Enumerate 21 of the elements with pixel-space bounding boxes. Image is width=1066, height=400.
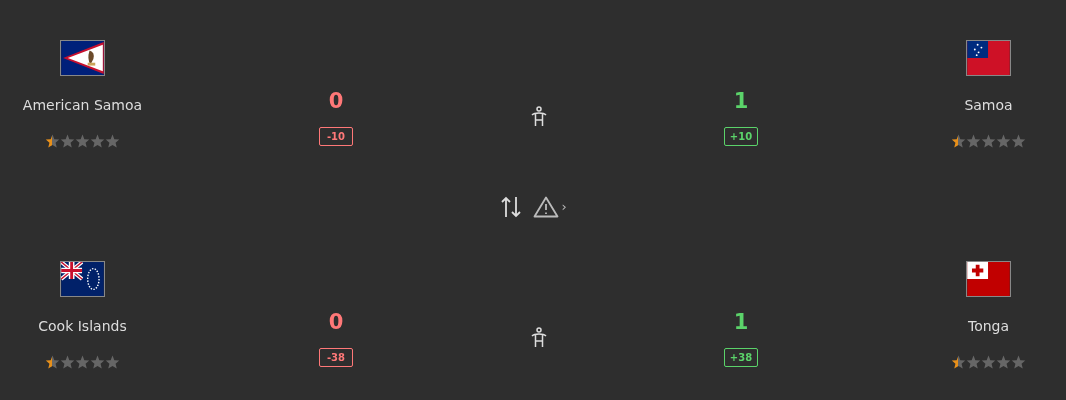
person-icon <box>531 106 547 128</box>
team-name: Cook Islands <box>38 318 127 334</box>
team-name: American Samoa <box>22 97 143 113</box>
swap-icon[interactable] <box>501 195 522 218</box>
score: 0 <box>328 310 344 334</box>
flag-icon <box>966 261 1011 297</box>
rating-change-badge: +10 <box>724 127 758 146</box>
team-name: Tonga <box>967 318 1010 334</box>
warning-icon[interactable] <box>533 195 560 218</box>
flag-icon <box>60 261 105 297</box>
rating-change-badge: -10 <box>319 127 353 146</box>
score: 1 <box>733 310 749 334</box>
score: 0 <box>328 89 344 113</box>
flag-icon <box>966 40 1011 76</box>
person-icon <box>531 327 547 349</box>
chevron[interactable]: › <box>561 199 567 214</box>
team-name: Samoa <box>964 97 1013 113</box>
rating-change-badge: -38 <box>319 348 353 367</box>
score: 1 <box>733 89 749 113</box>
rating-change-badge: +38 <box>724 348 758 367</box>
flag-icon <box>60 40 105 76</box>
